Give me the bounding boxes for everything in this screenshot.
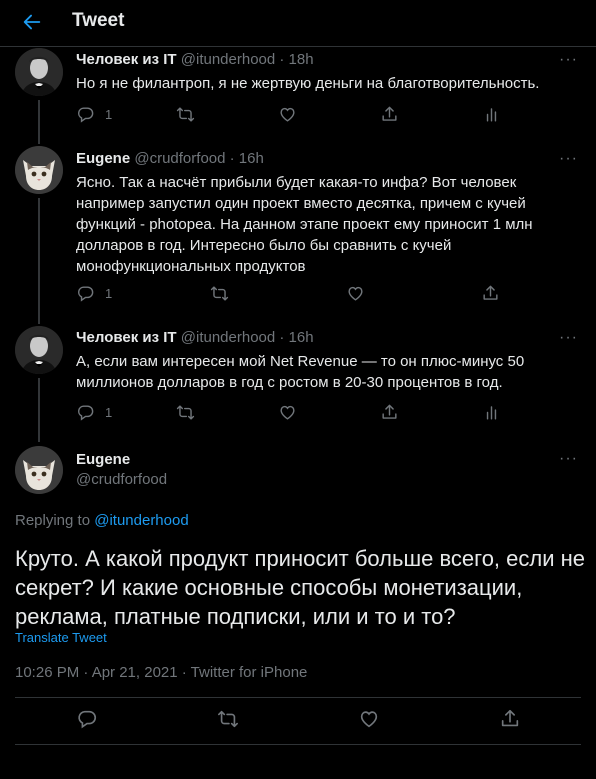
like-button[interactable] <box>358 708 380 730</box>
tweet-timestamp[interactable]: 10:26 PM · Apr 21, 2021 · Twitter for iP… <box>15 664 307 681</box>
share-icon <box>499 708 521 730</box>
focus-tweet-text: Круто. А какой продукт приносит больше в… <box>15 546 586 629</box>
replying-mention-link[interactable]: @itunderhood <box>94 512 188 529</box>
divider <box>15 744 581 745</box>
focus-author-name[interactable]: Eugene <box>76 451 130 468</box>
tweet-text: А, если вам интересен мой Net Revenue — … <box>76 353 525 391</box>
author-name[interactable]: Человек из IT <box>76 329 177 346</box>
replying-to: Replying to @itunderhood <box>15 512 189 529</box>
more-options-icon[interactable]: ··· <box>559 329 578 347</box>
retweet-icon <box>217 708 239 730</box>
retweet-icon <box>176 403 195 422</box>
share-icon <box>380 403 399 422</box>
share-button[interactable] <box>499 708 521 730</box>
analytics-icon <box>482 403 501 422</box>
reply-count: 1 <box>105 405 113 420</box>
share-button[interactable] <box>380 403 399 422</box>
tweet-actions: 1 <box>76 403 576 425</box>
reply-icon <box>76 403 95 422</box>
reply-button[interactable]: 1 <box>76 403 112 422</box>
avatar[interactable] <box>15 446 63 494</box>
reply-icon <box>76 708 98 730</box>
analytics-button[interactable] <box>482 403 501 422</box>
heart-icon <box>358 708 380 730</box>
avatar[interactable] <box>15 326 63 374</box>
more-options-icon[interactable]: ··· <box>559 450 578 468</box>
reply-button[interactable] <box>76 708 98 730</box>
tweet-header: Человек из IT @itunderhood · 16h <box>76 329 314 346</box>
author-handle-time: @itunderhood · 16h <box>180 329 314 346</box>
retweet-button[interactable] <box>217 708 239 730</box>
replying-prefix: Replying to <box>15 512 91 529</box>
translate-tweet-link[interactable]: Translate Tweet <box>15 630 107 645</box>
retweet-button[interactable] <box>176 403 195 422</box>
divider <box>15 697 581 698</box>
thread-line <box>38 378 40 442</box>
focus-author-handle[interactable]: @crudforfood <box>76 471 167 488</box>
like-button[interactable] <box>278 403 297 422</box>
focus-tweet-actions <box>0 708 596 734</box>
heart-icon <box>278 403 297 422</box>
thread-tweet[interactable]: Человек из IT @itunderhood · 16h ··· А, … <box>0 0 596 442</box>
